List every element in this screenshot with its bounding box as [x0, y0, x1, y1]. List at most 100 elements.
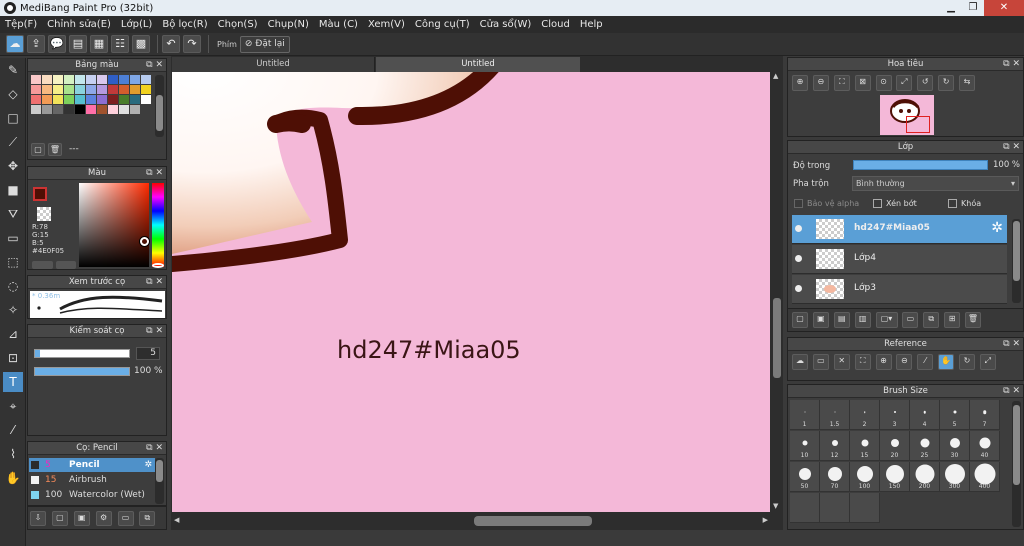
menu-cloud[interactable]: Cloud [536, 19, 575, 30]
merge-layer-icon[interactable]: ⊞ [944, 312, 961, 328]
menu-select[interactable]: Chọn(S) [213, 19, 263, 30]
brush-item-watercolor[interactable]: 100 Watercolor (Wet) [29, 488, 155, 502]
color-swatch[interactable] [64, 85, 74, 94]
brush-size-cell[interactable]: 200 [910, 462, 940, 492]
brush-size-cell[interactable]: 3 [880, 400, 910, 430]
color-swatch[interactable] [31, 105, 41, 114]
visibility-dot-icon[interactable] [795, 285, 802, 292]
canvas-horizontal-scrollbar[interactable]: ◀ ▶ [172, 513, 770, 529]
duplicate-icon[interactable]: ⧉ [139, 511, 156, 526]
color-swatch[interactable] [53, 105, 63, 114]
color-swatch[interactable] [108, 105, 118, 114]
dot-line-tool-icon[interactable]: ⟋ [3, 132, 23, 152]
fit-icon[interactable]: ⛶ [854, 354, 871, 370]
picker-cursor[interactable] [140, 237, 149, 246]
color-swatch[interactable] [119, 95, 129, 104]
upload-icon[interactable]: ⇪ [27, 35, 45, 53]
brush-size-cell[interactable]: 50 [790, 462, 820, 492]
cloud-icon[interactable]: ☁ [792, 354, 808, 370]
brush-size-cell[interactable]: 4 [910, 400, 940, 430]
menu-color[interactable]: Màu (C) [314, 19, 363, 30]
folder-icon[interactable]: ▭ [117, 511, 134, 526]
menu-window[interactable]: Cửa sổ(W) [475, 19, 537, 30]
layer-scrollbar[interactable] [1012, 219, 1021, 303]
document-icon[interactable]: ▦ [90, 35, 108, 53]
color-swatch[interactable] [97, 95, 107, 104]
brush-size-cell[interactable] [790, 493, 820, 523]
color-swatch[interactable] [141, 95, 151, 104]
brush-item-airbrush[interactable]: 15 Airbrush [29, 473, 155, 487]
menu-snap[interactable]: Chụp(N) [263, 19, 314, 30]
brush-size-cell[interactable]: 100 [850, 462, 880, 492]
layer-row[interactable]: Lớp4 [792, 245, 1007, 274]
undo-icon[interactable]: ↶ [162, 35, 180, 53]
color-swatch[interactable] [64, 75, 74, 84]
select-eraser-tool-icon[interactable]: ⊡ [3, 348, 23, 368]
fit-icon[interactable]: ⛶ [833, 75, 850, 91]
panel-undock-close-icon[interactable]: ⧉ ✕ [146, 276, 163, 289]
add-brush-icon[interactable]: ▣ [73, 511, 90, 526]
color-swatch[interactable] [75, 75, 85, 84]
zoom-search-icon[interactable]: ⊙ [875, 75, 892, 91]
rotate-left-icon[interactable]: ↺ [917, 75, 934, 91]
zoom-out-icon[interactable]: ⊖ [896, 354, 913, 370]
new-brush-icon[interactable]: ▢ [51, 511, 68, 526]
brush-size-cell[interactable]: 40 [970, 431, 1000, 461]
panel-undock-close-icon[interactable]: ⧉ ✕ [1003, 58, 1020, 71]
dropper-icon[interactable]: ⁄ [917, 354, 934, 370]
folder-icon[interactable]: ▭ [902, 312, 919, 328]
brush-size-cell[interactable]: 300 [940, 462, 970, 492]
brush-size-cell[interactable]: 25 [910, 431, 940, 461]
panel-undock-close-icon[interactable]: ⧉ ✕ [146, 167, 163, 180]
move-tool-icon[interactable]: ✥ [3, 156, 23, 176]
eyedropper-tool-icon[interactable]: ⁄ [3, 420, 23, 440]
color-swatch[interactable] [53, 75, 63, 84]
brush-size-slider[interactable] [34, 349, 130, 358]
redo-icon[interactable]: ↷ [183, 35, 201, 53]
brush-size-cell[interactable]: 30 [940, 431, 970, 461]
brush-size-cell[interactable]: 150 [880, 462, 910, 492]
actual-size-icon[interactable]: ⊠ [854, 75, 871, 91]
color-swatch[interactable] [108, 75, 118, 84]
comment-icon[interactable]: ▤ [69, 35, 87, 53]
new-layer-icon[interactable]: ▢ [792, 312, 808, 328]
menu-help[interactable]: Help [575, 19, 608, 30]
gear-icon[interactable]: ✲ [144, 458, 152, 472]
color-swatch[interactable] [53, 95, 63, 104]
panel-undock-close-icon[interactable]: ⧉ ✕ [146, 325, 163, 338]
eraser-tool-icon[interactable]: ◇ [3, 84, 23, 104]
menu-filter[interactable]: Bộ lọc(R) [157, 19, 212, 30]
operation-tool-icon[interactable]: ⌖ [3, 396, 23, 416]
color-swatch[interactable] [75, 95, 85, 104]
brush-list-scrollbar[interactable] [155, 458, 164, 504]
select-pen-tool-icon[interactable]: ⊿ [3, 324, 23, 344]
color-swatch[interactable] [31, 75, 41, 84]
bucket-tool-icon[interactable]: ⛛ [3, 204, 23, 224]
tab-document-2[interactable]: Untitled [376, 57, 580, 72]
brush-item-pencil[interactable]: 5 Pencil ✲ [29, 458, 155, 472]
saturation-value-picker[interactable] [79, 183, 149, 267]
color-swatch[interactable] [42, 95, 52, 104]
brush-size-scrollbar[interactable] [1012, 401, 1021, 527]
color-swatch[interactable] [64, 105, 74, 114]
panel-undock-close-icon[interactable]: ⧉ ✕ [146, 442, 163, 455]
brush-tool-icon[interactable]: ✎ [3, 60, 23, 80]
zoom-out-icon[interactable]: ⊖ [812, 75, 829, 91]
color-swatch[interactable] [31, 95, 41, 104]
swatch-scrollbar[interactable] [155, 75, 164, 137]
delete-layer-icon[interactable]: 🗑 [965, 312, 981, 328]
gear-icon[interactable]: ✲ [991, 220, 1003, 236]
rotate-icon[interactable]: ↻ [959, 354, 975, 370]
color-swatch[interactable] [42, 105, 52, 114]
gradient-tool-icon[interactable]: ▭ [3, 228, 23, 248]
color-swatch[interactable] [31, 85, 41, 94]
brush-size-cell[interactable]: 2 [850, 400, 880, 430]
color-swatch[interactable] [86, 105, 96, 114]
brush-size-cell[interactable]: 20 [880, 431, 910, 461]
hue-slider[interactable] [152, 183, 164, 268]
fill-rect-tool-icon[interactable]: ■ [3, 180, 23, 200]
color-swatch[interactable] [119, 85, 129, 94]
navigator-thumbnail[interactable] [880, 95, 934, 135]
new-halftone-layer-icon[interactable]: ▣ [812, 312, 829, 328]
cloud-icon[interactable]: ☁ [6, 35, 24, 53]
